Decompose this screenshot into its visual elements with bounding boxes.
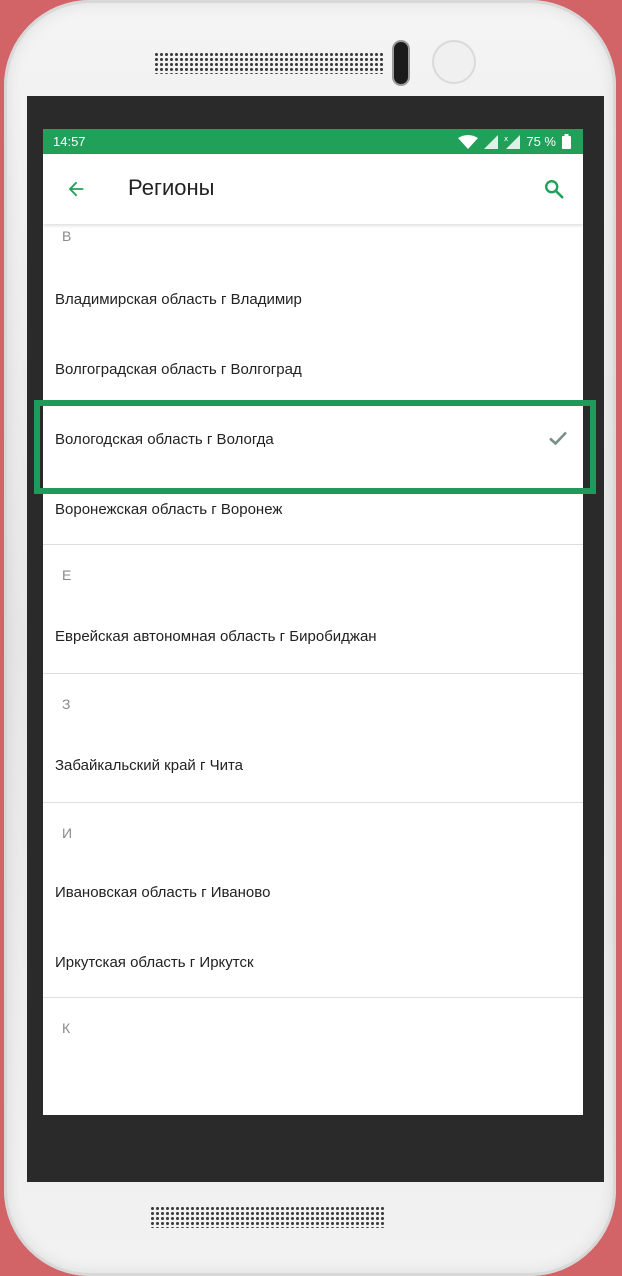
bottom-speaker-grille — [150, 1206, 386, 1228]
list-item-label: Владимирская область г Владимир — [55, 290, 302, 308]
section-header-k: К — [62, 1020, 71, 1036]
proximity-sensor — [432, 40, 476, 84]
list-item[interactable]: Владимирская область г Владимир — [43, 264, 583, 334]
list-item-label: Ивановская область г Иваново — [55, 883, 271, 901]
signal-icon — [484, 134, 499, 149]
list-item-label: Иркутская область г Иркутск — [55, 953, 254, 971]
page-title: Регионы — [128, 175, 215, 200]
section-header-v: В — [62, 228, 72, 244]
selected-item-highlight-frame — [34, 400, 596, 494]
battery-percent: 75 % — [526, 134, 556, 149]
list-item[interactable]: Забайкальский край г Чита — [43, 728, 583, 802]
front-camera — [394, 42, 408, 84]
status-bar: 14:57 x 75 % — [43, 129, 583, 154]
top-speaker-grille — [154, 52, 384, 74]
status-time: 14:57 — [53, 134, 86, 149]
signal-x-icon: x — [504, 134, 521, 149]
search-icon[interactable] — [543, 178, 565, 200]
section-header-i: И — [62, 825, 73, 841]
status-icons: x 75 % — [458, 134, 571, 149]
list-item[interactable]: Волгоградская область г Волгоград — [43, 334, 583, 404]
list-item-label: Волгоградская область г Волгоград — [55, 360, 302, 378]
list-item-label: Забайкальский край г Чита — [55, 756, 244, 774]
section-header-z: З — [62, 696, 71, 712]
list-item[interactable]: Еврейская автономная область г Биробиджа… — [43, 599, 583, 673]
app-bar: Регионы — [43, 154, 583, 224]
region-list[interactable]: В Владимирская область г Владимир Волгог… — [43, 222, 583, 1052]
back-arrow-icon[interactable] — [65, 178, 87, 200]
list-item-label: Еврейская автономная область г Биробиджа… — [55, 627, 377, 645]
list-item[interactable]: Иркутская область г Иркутск — [43, 927, 583, 997]
list-item[interactable]: Ивановская область г Иваново — [43, 857, 583, 927]
svg-text:x: x — [504, 135, 508, 143]
screen: 14:57 x 75 % Регионы В Владимирская обла… — [43, 129, 583, 1115]
phone-frame: 14:57 x 75 % Регионы В Владимирская обла… — [4, 0, 616, 1276]
battery-icon — [562, 134, 571, 149]
section-header-e: Е — [62, 567, 72, 583]
wifi-icon — [458, 134, 479, 149]
list-item-label: Воронежская область г Воронеж — [55, 500, 283, 518]
